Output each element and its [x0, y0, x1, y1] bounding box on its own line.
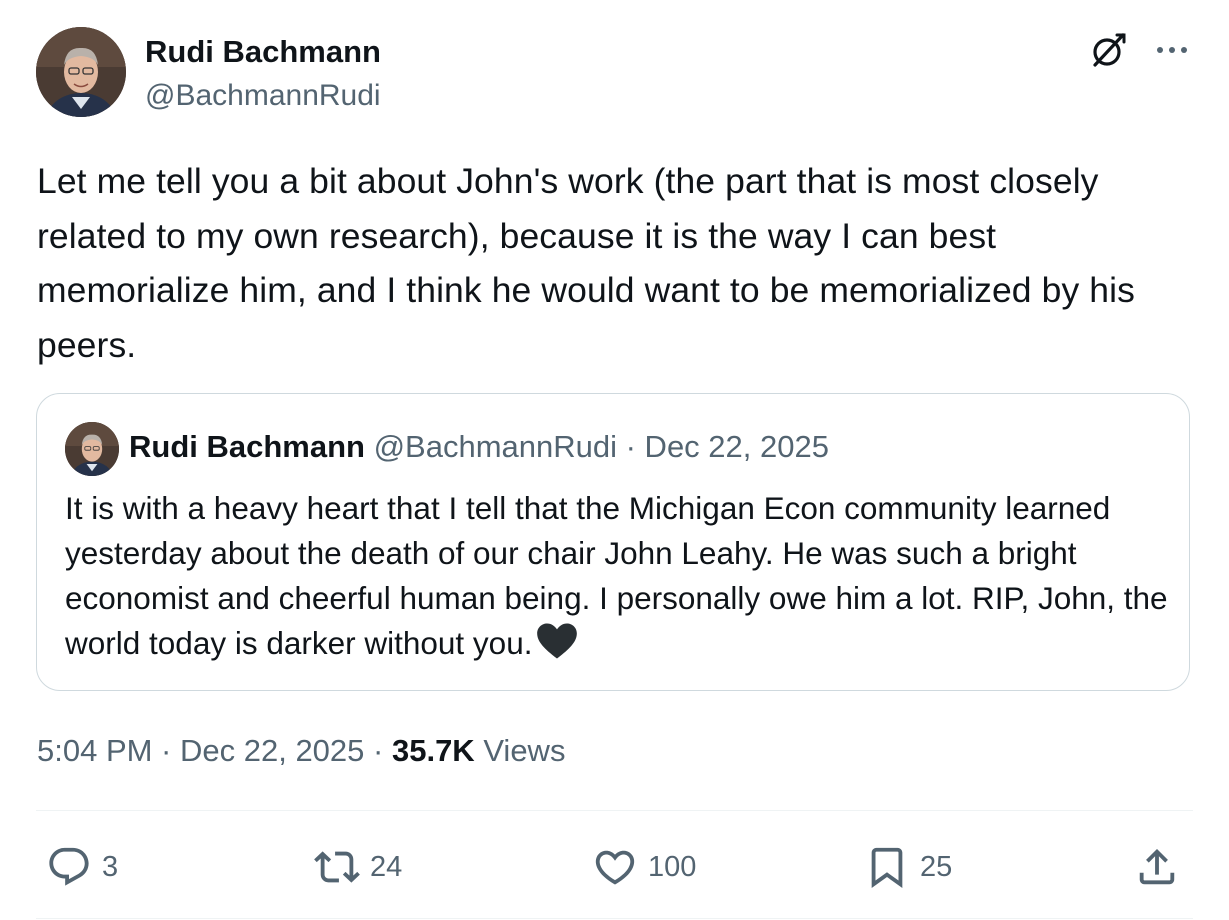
author-avatar[interactable] [36, 27, 126, 117]
quoted-author-name: Rudi Bachmann [129, 429, 365, 464]
author-display-name[interactable]: Rudi Bachmann [145, 34, 381, 70]
quoted-tweet-meta: @BachmannRudi · Dec 22, 2025 [364, 429, 829, 464]
quoted-tweet-text: It is with a heavy heart that I tell tha… [65, 490, 1168, 661]
tweet-metadata: 5:04 PM · Dec 22, 2025 · 35.7K Views [37, 733, 565, 769]
quoted-tweet-header: Rudi Bachmann @BachmannRudi · Dec 22, 20… [129, 429, 829, 465]
repost-count: 24 [370, 850, 403, 883]
reply-button[interactable]: 3 [46, 840, 118, 894]
avatar-portrait [65, 422, 119, 476]
like-icon [595, 850, 635, 885]
share-icon [1139, 848, 1175, 885]
reply-icon [49, 847, 89, 886]
bookmark-button[interactable]: 25 [864, 840, 952, 894]
like-count: 100 [648, 850, 697, 883]
divider [36, 918, 1193, 919]
reply-count: 3 [102, 850, 119, 883]
author-handle[interactable]: @BachmannRudi [145, 79, 381, 113]
divider [36, 810, 1193, 811]
black-heart-icon [537, 623, 578, 659]
quoted-author-avatar [65, 422, 119, 476]
views-label: Views [474, 733, 566, 768]
bookmark-icon [871, 847, 903, 888]
quoted-tweet-text-block: It is with a heavy heart that I tell tha… [65, 486, 1175, 666]
tweet-text: Let me tell you a bit about John's work … [37, 161, 1135, 365]
share-button[interactable] [1134, 840, 1180, 894]
bookmark-count: 25 [920, 850, 953, 883]
views-count: 35.7K [391, 733, 475, 768]
grok-icon[interactable] [1087, 28, 1131, 72]
repost-button[interactable]: 24 [314, 840, 402, 894]
like-button[interactable]: 100 [592, 840, 696, 894]
more-icon[interactable] [1150, 28, 1194, 72]
avatar-portrait [36, 27, 126, 117]
tweet-timestamp[interactable]: 5:04 PM · Dec 22, 2025 · [37, 733, 392, 768]
repost-icon [314, 851, 360, 883]
